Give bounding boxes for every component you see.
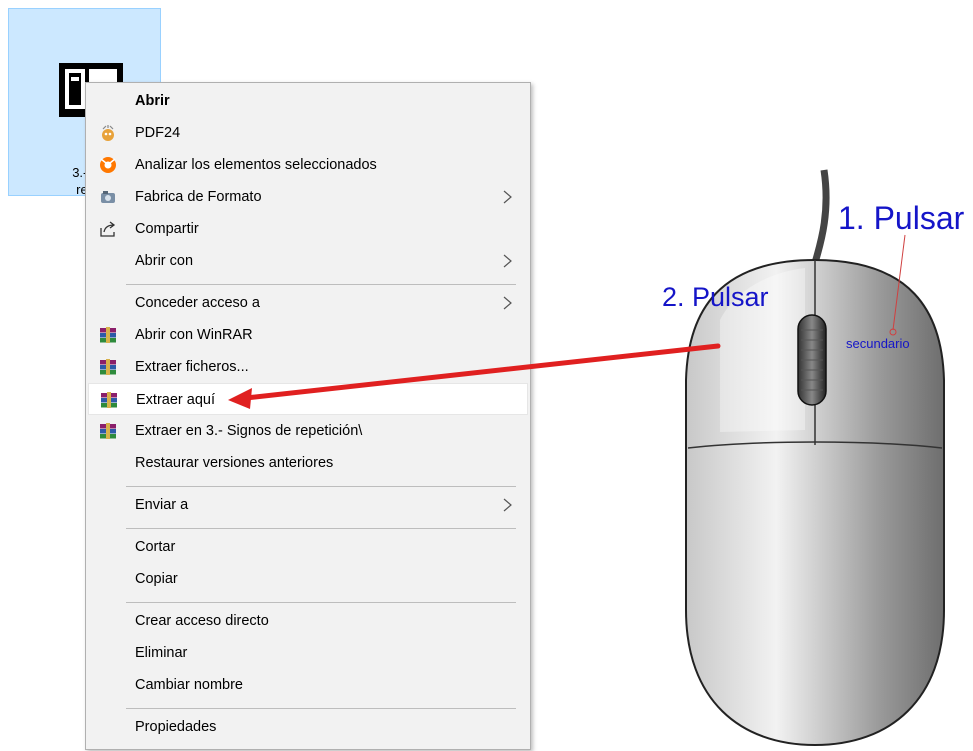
menu-item-label: Cortar <box>135 539 176 555</box>
menu-item-cortar[interactable]: Cortar <box>88 531 528 563</box>
menu-item-label: Conceder acceso a <box>135 295 260 311</box>
context-menu: Abrir PDF24 Analizar los elementos selec… <box>85 82 531 750</box>
menu-item-label: Cambiar nombre <box>135 677 243 693</box>
menu-item-extraer-ficheros[interactable]: Extraer ficheros... <box>88 351 528 383</box>
menu-item-conceder-acceso[interactable]: Conceder acceso a <box>88 287 528 319</box>
mouse-illustration <box>685 169 945 747</box>
menu-separator <box>126 602 516 603</box>
menu-separator <box>126 486 516 487</box>
menu-item-label: Extraer aquí <box>136 392 215 408</box>
menu-item-label: Restaurar versiones anteriores <box>135 455 334 471</box>
menu-item-enviar-a[interactable]: Enviar a <box>88 489 528 521</box>
chevron-right-icon <box>503 498 512 512</box>
menu-item-propiedades[interactable]: Propiedades <box>88 711 528 743</box>
menu-item-label: Fabrica de Formato <box>135 189 262 205</box>
step-2-label: 2. Pulsar <box>662 282 769 312</box>
menu-item-label: Enviar a <box>135 497 189 513</box>
menu-item-label: Copiar <box>135 571 178 587</box>
menu-separator <box>126 708 516 709</box>
menu-item-abrir[interactable]: Abrir <box>88 85 528 117</box>
winrar-icon <box>101 392 117 408</box>
pdf24-icon <box>102 125 114 141</box>
chevron-right-icon <box>503 190 512 204</box>
menu-item-label: Abrir con WinRAR <box>135 327 253 343</box>
menu-item-compartir[interactable]: Compartir <box>88 213 528 245</box>
menu-item-label: Abrir <box>135 93 170 109</box>
step-1-label: 1. Pulsar <box>838 200 965 236</box>
menu-item-abrir-winrar[interactable]: Abrir con WinRAR <box>88 319 528 351</box>
menu-item-restaurar-versiones[interactable]: Restaurar versiones anteriores <box>88 447 528 479</box>
winrar-icon <box>100 359 116 375</box>
share-icon <box>100 221 116 237</box>
menu-separator <box>126 528 516 529</box>
menu-item-cambiar-nombre[interactable]: Cambiar nombre <box>88 669 528 701</box>
menu-item-label: Compartir <box>135 221 199 237</box>
menu-item-label: Crear acceso directo <box>135 613 269 629</box>
winrar-icon <box>100 423 116 439</box>
menu-item-extraer-en[interactable]: Extraer en 3.- Signos de repetición\ <box>88 415 528 447</box>
menu-item-extraer-aqui[interactable]: Extraer aquí <box>88 383 528 415</box>
chevron-right-icon <box>503 296 512 310</box>
menu-item-abrir-con[interactable]: Abrir con <box>88 245 528 277</box>
menu-item-label: Abrir con <box>135 253 194 269</box>
avast-icon <box>100 157 116 173</box>
menu-item-copiar[interactable]: Copiar <box>88 563 528 595</box>
menu-item-label: Propiedades <box>135 719 217 735</box>
menu-separator <box>126 284 516 285</box>
menu-item-label: Extraer en 3.- Signos de repetición\ <box>135 423 363 439</box>
menu-item-label: Eliminar <box>135 645 188 661</box>
format-factory-icon <box>101 191 115 203</box>
mouse-cable <box>810 169 830 268</box>
menu-item-label: Analizar los elementos seleccionados <box>135 157 377 173</box>
menu-item-crear-acceso-directo[interactable]: Crear acceso directo <box>88 605 528 637</box>
chevron-right-icon <box>503 254 512 268</box>
winrar-icon <box>100 327 116 343</box>
menu-item-pdf24[interactable]: PDF24 <box>88 117 528 149</box>
menu-item-analizar[interactable]: Analizar los elementos seleccionados <box>88 149 528 181</box>
menu-item-label: Extraer ficheros... <box>135 359 249 375</box>
menu-item-eliminar[interactable]: Eliminar <box>88 637 528 669</box>
menu-item-fabrica-formato[interactable]: Fabrica de Formato <box>88 181 528 213</box>
secondary-button-label: secundario <box>846 336 910 351</box>
menu-item-label: PDF24 <box>135 125 181 141</box>
